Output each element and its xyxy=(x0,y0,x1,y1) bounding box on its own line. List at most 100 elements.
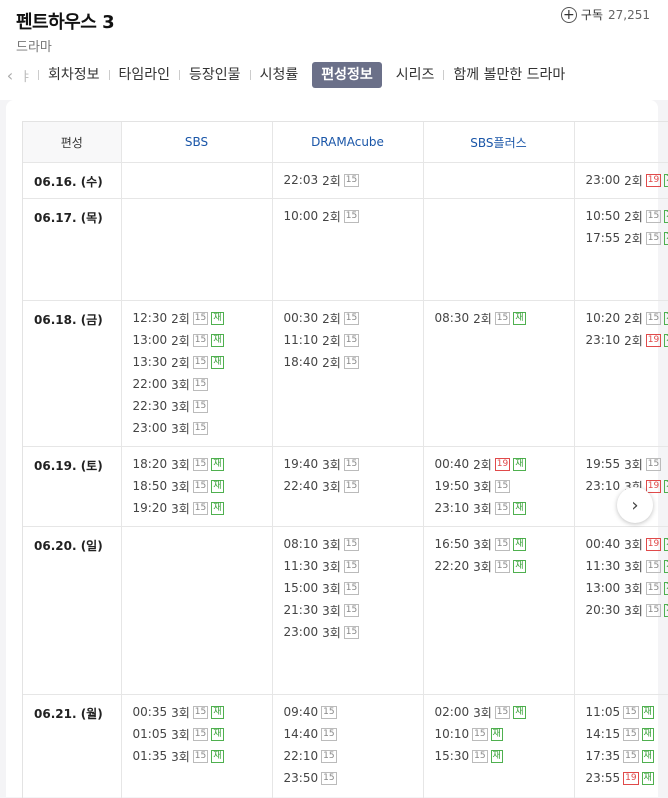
air-time: 18:40 xyxy=(284,355,319,369)
airing-slot: 17:552회15재 xyxy=(586,227,668,249)
air-time: 10:50 xyxy=(586,209,621,223)
air-time: 08:30 xyxy=(435,311,470,325)
rerun-badge: 재 xyxy=(664,174,668,187)
age-rating-badge: 15 xyxy=(344,174,359,187)
air-time: 11:30 xyxy=(284,559,319,573)
age-rating-badge: 15 xyxy=(646,232,661,245)
episode-number: 3회 xyxy=(322,558,341,575)
schedule-table-container[interactable]: 편성 SBS DRAMAcube SBS플러스 SKY 06.16. (수)22… xyxy=(22,121,668,798)
airing-slot: 19:503회15 xyxy=(435,475,574,497)
air-time: 22:30 xyxy=(133,399,168,413)
column-header-dramacube[interactable]: DRAMAcube xyxy=(272,122,423,163)
episode-number: 3회 xyxy=(171,726,190,743)
episode-number: 3회 xyxy=(171,376,190,393)
schedule-cell xyxy=(121,199,272,301)
subscribe-button[interactable]: + 구독 27,251 xyxy=(561,6,650,23)
episode-number: 2회 xyxy=(322,332,341,349)
age-rating-badge: 15 xyxy=(321,728,336,741)
schedule-cell: 10:502회15재17:552회15재 xyxy=(574,199,668,301)
tab-timeline[interactable]: 타임라인 xyxy=(110,62,180,88)
table-row: 06.20. (일)08:103회1511:303회1515:003회1521:… xyxy=(23,527,668,695)
air-time: 13:00 xyxy=(586,581,621,595)
rerun-badge: 재 xyxy=(664,480,668,493)
episode-number: 3회 xyxy=(322,478,341,495)
episode-number: 3회 xyxy=(322,536,341,553)
airing-slot: 17:3515재 xyxy=(586,745,668,767)
rerun-badge: 재 xyxy=(664,312,668,325)
air-time: 22:03 xyxy=(284,173,319,187)
rerun-badge: 재 xyxy=(211,480,223,493)
episode-number: 3회 xyxy=(171,704,190,721)
plus-circle-icon: + xyxy=(561,7,577,23)
age-rating-badge: 15 xyxy=(193,356,208,369)
episode-number: 2회 xyxy=(322,208,341,225)
schedule-cell: 08:302회15재 xyxy=(423,301,574,447)
rerun-badge: 재 xyxy=(664,334,668,347)
air-time: 23:10 xyxy=(435,501,470,515)
rerun-badge: 재 xyxy=(664,538,668,551)
airing-slot: 10:002회15 xyxy=(284,205,423,227)
schedule-cell: 19:403회1522:403회15 xyxy=(272,447,423,527)
tab-recommended[interactable]: 함께 볼만한 드라마 xyxy=(444,62,574,88)
air-time: 10:00 xyxy=(284,209,319,223)
air-time: 15:00 xyxy=(284,581,319,595)
program-genre[interactable]: 드라마 xyxy=(16,36,52,55)
age-rating-badge: 15 xyxy=(495,538,510,551)
column-header-sbs-plus[interactable]: SBS플러스 xyxy=(423,122,574,163)
age-rating-badge: 15 xyxy=(193,728,208,741)
age-rating-badge: 15 xyxy=(495,706,510,719)
airing-slot: 08:302회15재 xyxy=(435,307,574,329)
airing-slot: 15:3015재 xyxy=(435,745,574,767)
age-rating-badge: 15 xyxy=(623,706,638,719)
rerun-badge: 재 xyxy=(491,728,503,741)
episode-number: 3회 xyxy=(171,500,190,517)
airing-slot: 19:203회15재 xyxy=(133,497,272,519)
airing-slot: 09:4015 xyxy=(284,701,423,723)
air-time: 23:50 xyxy=(284,771,319,785)
age-rating-badge: 15 xyxy=(193,378,208,391)
schedule-cell xyxy=(121,163,272,199)
row-date: 06.16. (수) xyxy=(23,163,121,199)
age-rating-badge: 15 xyxy=(193,458,208,471)
air-time: 11:10 xyxy=(284,333,319,347)
tab-bar: ‹ ㅑ 회차정보 타임라인 등장인물 시청률 편성정보 시리즈 함께 볼만한 드… xyxy=(0,60,668,90)
table-row: 06.21. (월)00:353회15재01:053회15재01:353회15재… xyxy=(23,695,668,798)
episode-number: 3회 xyxy=(473,704,492,721)
age-rating-badge: 15 xyxy=(344,458,359,471)
age-rating-badge: 19 xyxy=(646,480,661,493)
chevron-left-icon[interactable]: ‹ xyxy=(0,66,20,85)
schedule-cell: 02:003회15재10:1015재15:3015재 xyxy=(423,695,574,798)
air-time: 19:55 xyxy=(586,457,621,471)
rerun-badge: 재 xyxy=(513,706,525,719)
tab-partial: ㅑ xyxy=(20,66,32,85)
tab-series[interactable]: 시리즈 xyxy=(387,62,444,88)
episode-number: 3회 xyxy=(624,456,643,473)
airing-slot: 13:003회15재 xyxy=(586,577,668,599)
tab-characters[interactable]: 등장인물 xyxy=(180,62,250,88)
airing-slot: 18:402회15 xyxy=(284,351,423,373)
air-time: 18:50 xyxy=(133,479,168,493)
column-header-sbs[interactable]: SBS xyxy=(121,122,272,163)
airing-slot: 00:353회15재 xyxy=(133,701,272,723)
tab-schedule[interactable]: 편성정보 xyxy=(312,62,382,88)
air-time: 10:20 xyxy=(586,311,621,325)
rerun-badge: 재 xyxy=(211,334,223,347)
rerun-badge: 재 xyxy=(513,502,525,515)
episode-number: 2회 xyxy=(624,208,643,225)
air-time: 02:00 xyxy=(435,705,470,719)
age-rating-badge: 15 xyxy=(344,210,359,223)
airing-slot: 00:403회19재 xyxy=(586,533,668,555)
column-header-sky[interactable]: SKY xyxy=(574,122,668,163)
tab-episodes[interactable]: 회차정보 xyxy=(39,62,109,88)
rerun-badge: 재 xyxy=(211,458,223,471)
schedule-cell: 10:002회15 xyxy=(272,199,423,301)
next-page-button[interactable]: › xyxy=(617,487,653,523)
airing-slot: 02:003회15재 xyxy=(435,701,574,723)
age-rating-badge: 15 xyxy=(193,706,208,719)
airing-slot: 11:0515재 xyxy=(586,701,668,723)
tab-ratings[interactable]: 시청률 xyxy=(251,62,308,88)
air-time: 13:30 xyxy=(133,355,168,369)
air-time: 00:40 xyxy=(586,537,621,551)
episode-number: 3회 xyxy=(624,580,643,597)
air-time: 18:20 xyxy=(133,457,168,471)
